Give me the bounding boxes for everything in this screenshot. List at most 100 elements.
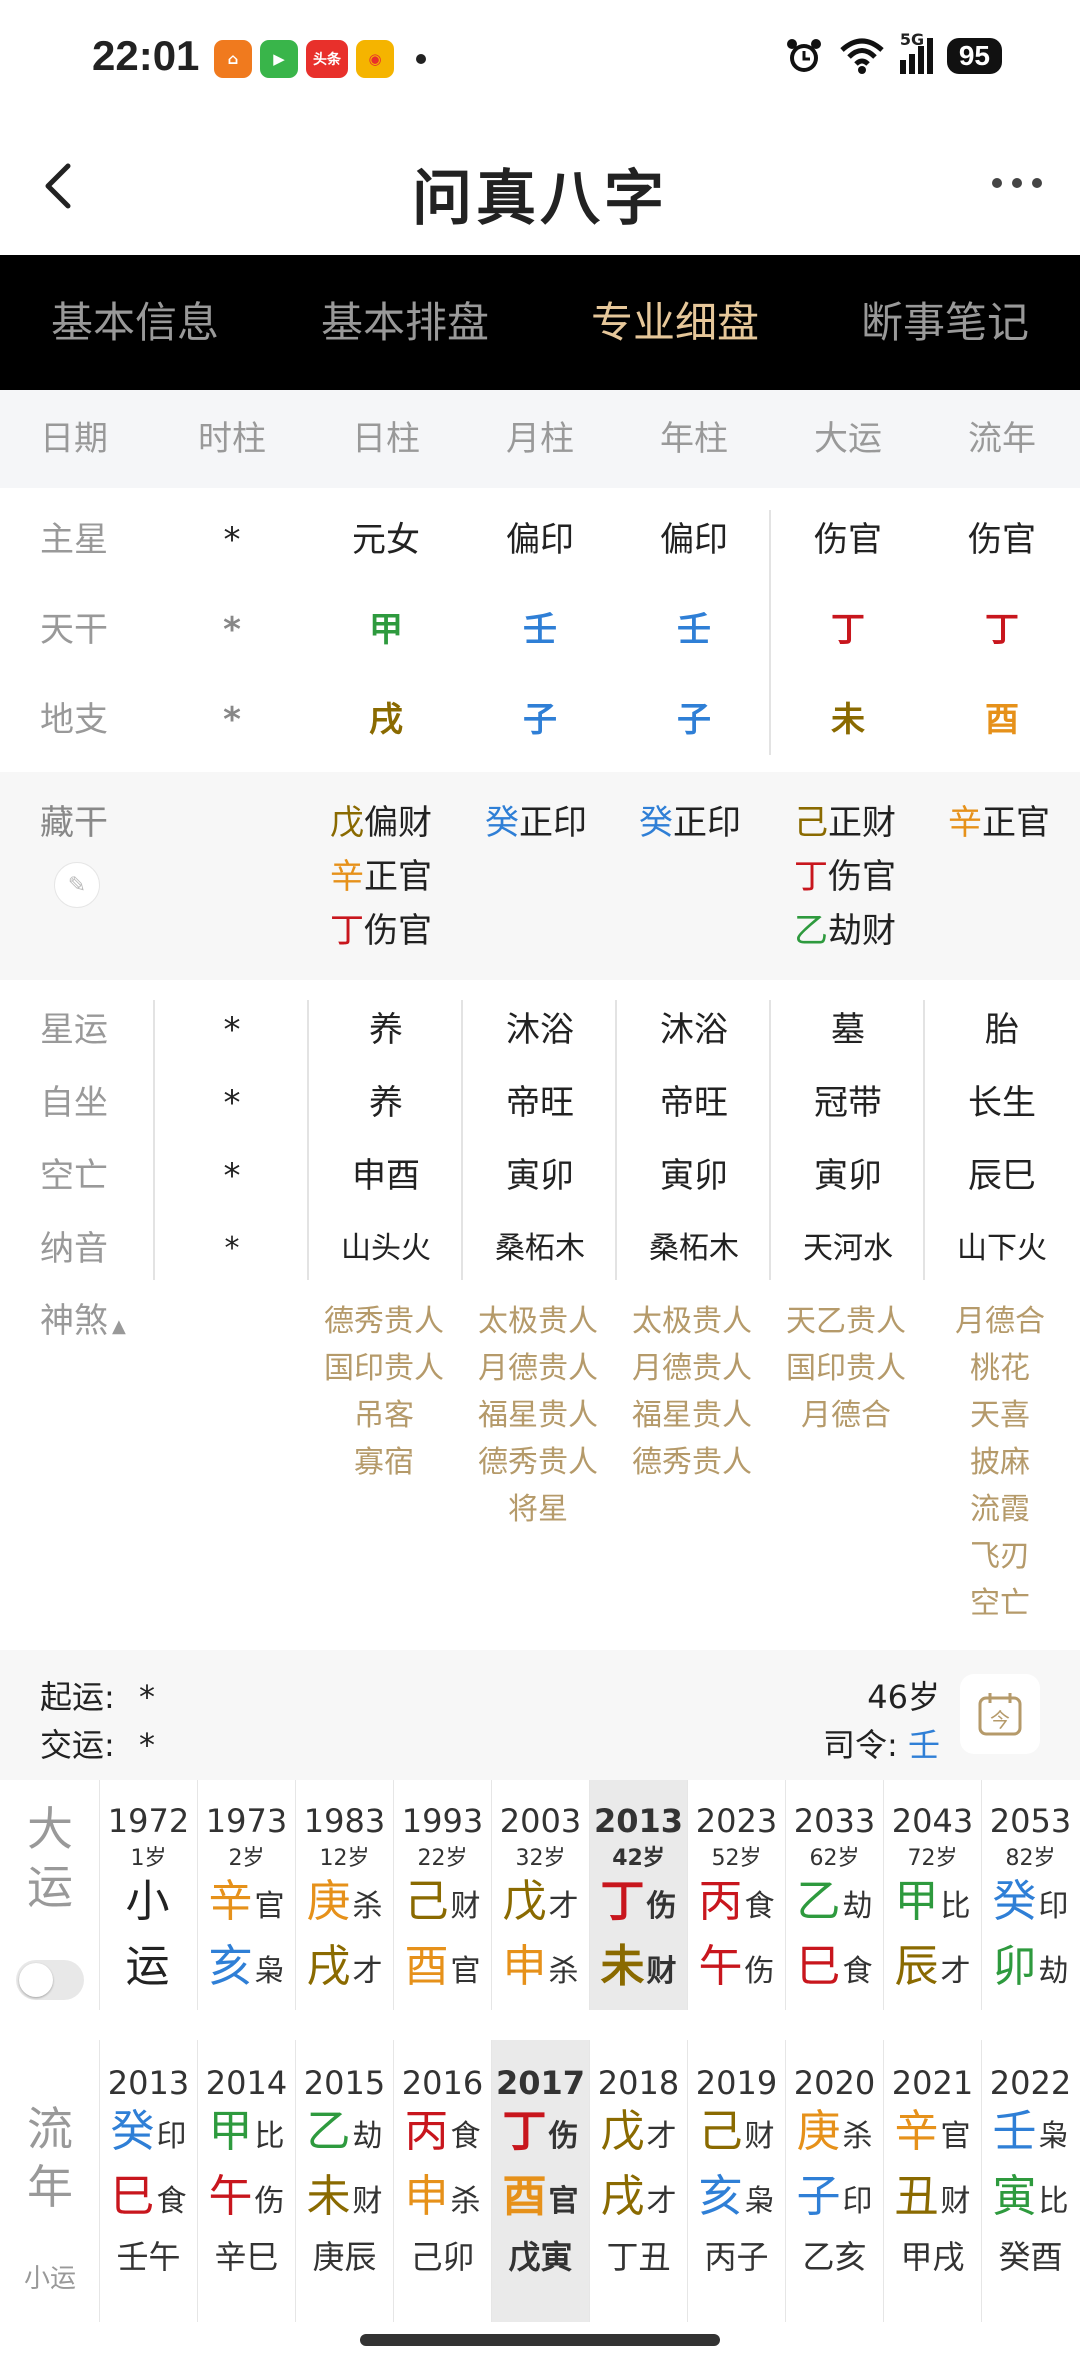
dayun-toggle[interactable] — [16, 1960, 84, 2000]
header-date: 日期 — [40, 419, 108, 459]
age-label: 72岁 — [907, 1846, 958, 1871]
liunian-column[interactable]: 2020 庚杀 子印 乙亥 — [786, 2040, 883, 2322]
age-label: 82岁 — [1005, 1846, 1056, 1871]
stem-row: 庚杀 — [796, 2106, 873, 2157]
system-icons: 5G 95 — [784, 30, 1002, 76]
liunian-column[interactable]: 2022 壬枭 寅比 癸酉 — [982, 2040, 1079, 2322]
column-headers: 日期 时柱 日柱 月柱 年柱 大运 流年 — [0, 390, 1080, 488]
column-divider — [99, 1780, 100, 2010]
kongwang-row: 空亡 * 申酉 寅卯 寅卯 寅卯 辰巳 — [0, 1146, 1080, 1206]
row-label: 自坐 — [40, 1083, 108, 1123]
branch-row: 未财 — [306, 2171, 383, 2222]
dayun-column[interactable]: 1993 22岁 己财 酉官 — [394, 1780, 491, 2010]
stem-row: 丙食 — [404, 2106, 481, 2157]
branch-cell: 未 — [831, 700, 865, 740]
age-label: 2岁 — [228, 1846, 265, 1871]
row-label: 藏干 — [40, 803, 108, 843]
branch-row: 酉官 — [404, 1941, 481, 1992]
zizuo-cell: 冠带 — [814, 1083, 882, 1123]
column-divider — [981, 2040, 982, 2322]
nayin-cell: 山下火 — [957, 1231, 1047, 1266]
wifi-icon — [840, 38, 884, 74]
row-label: 地支 — [40, 700, 108, 740]
column-divider — [785, 2040, 786, 2322]
column-divider — [393, 2040, 394, 2322]
start-luck-section: 起运: * 交运: * 46岁 司令: 壬 今 — [0, 1650, 1080, 1780]
zizuo-cell: 帝旺 — [506, 1083, 574, 1123]
hidden-stems-liunian: 辛正官 — [948, 803, 1050, 843]
pin-icon[interactable]: ✎ — [54, 862, 100, 908]
stem-row: 己财 — [698, 2106, 775, 2157]
branch-row: 巳食 — [110, 2171, 187, 2222]
column-divider — [393, 1780, 394, 2010]
stem-cell: * — [223, 610, 241, 650]
zizuo-cell: 帝旺 — [660, 1083, 728, 1123]
zizuo-cell: 长生 — [968, 1083, 1036, 1123]
dayun-column[interactable]: 2043 72岁 甲比 辰才 — [884, 1780, 981, 2010]
liunian-column[interactable]: 2014 甲比 午伤 辛巳 — [198, 2040, 295, 2322]
dayun-column[interactable]: 2033 62岁 乙劫 巳食 — [786, 1780, 883, 2010]
weibo-icon: ◉ — [356, 40, 394, 78]
more-notifications-dot — [416, 54, 426, 64]
hidden-stems-section: 藏干 ✎ 戊偏财 辛正官 丁伤官 癸正印 癸正印 己正财 丁伤官 乙劫财 辛正官 — [0, 772, 1080, 980]
dayun-column[interactable]: 1972 1岁小运 — [100, 1780, 197, 2010]
column-divider — [883, 1780, 884, 2010]
dayun-column[interactable]: 2013 42岁 丁伤 未财 — [590, 1780, 687, 2010]
xingyun-row: 星运 * 养 沐浴 沐浴 墓 胎 — [0, 1000, 1080, 1060]
dayun-column[interactable]: 2003 32岁 戊才 申杀 — [492, 1780, 589, 2010]
dayun-column[interactable]: 1983 12岁 庚杀 戌才 — [296, 1780, 393, 2010]
dayun-column[interactable]: 2023 52岁 丙食 午伤 — [688, 1780, 785, 2010]
nayin-row: 纳音 * 山头火 桑柘木 桑柘木 天河水 山下火 — [0, 1219, 1080, 1279]
tab-professional-chart[interactable]: 专业细盘 — [540, 255, 810, 390]
shensha-dayun: 天乙贵人 国印贵人 月德合 — [786, 1304, 906, 1433]
column-divider — [589, 1780, 590, 2010]
kongwang-cell: 寅卯 — [814, 1156, 882, 1196]
liunian-column[interactable]: 2015 乙劫 未财 庚辰 — [296, 2040, 393, 2322]
liunian-label: 流年 — [27, 2102, 73, 2214]
age-label: 62岁 — [809, 1846, 860, 1871]
tab-notes[interactable]: 断事笔记 — [810, 255, 1080, 390]
year-label: 1973 — [205, 1802, 288, 1840]
qiyun-line: 起运: * — [40, 1678, 155, 1716]
year-label: 2018 — [597, 2064, 680, 2102]
xiaoyun-label: 丙子 — [704, 2238, 769, 2276]
xingyun-cell: 胎 — [985, 1010, 1019, 1050]
shensha-label-group[interactable]: 神煞 ▲ — [40, 1298, 126, 1350]
liunian-column[interactable]: 2018 戊才 戌才 丁丑 — [590, 2040, 687, 2322]
nayin-cell: 山头火 — [341, 1231, 431, 1266]
dayun-label: 大运 — [27, 1802, 73, 1914]
signal-icon: 5G — [899, 30, 933, 74]
header-year-pillar: 年柱 — [660, 419, 728, 459]
header-day-pillar: 日柱 — [352, 419, 420, 459]
zizuo-cell: * — [223, 1083, 241, 1123]
liunian-column[interactable]: 2019 己财 亥枭 丙子 — [688, 2040, 785, 2322]
header-liunian: 流年 — [968, 419, 1036, 459]
liunian-column[interactable]: 2016 丙食 申杀 己卯 — [394, 2040, 491, 2322]
liunian-column[interactable]: 2013 癸印 巳食 壬午 — [100, 2040, 197, 2322]
stem-row: 癸印 — [110, 2106, 187, 2157]
branch-row: 辰才 — [894, 1941, 971, 1992]
collapse-arrow-icon[interactable]: ▲ — [112, 1316, 126, 1337]
today-calendar-button[interactable]: 今 — [960, 1674, 1040, 1754]
column-divider — [981, 1780, 982, 2010]
column-divider — [785, 1780, 786, 2010]
branch-row: 戌才 — [600, 2171, 677, 2222]
main-star-cell: * — [223, 520, 241, 560]
liunian-column[interactable]: 2021 辛官 丑财 甲戌 — [884, 2040, 981, 2322]
row-label: 星运 — [40, 1010, 108, 1050]
dayun-column[interactable]: 2053 82岁 癸印 卯劫 — [982, 1780, 1079, 2010]
home-indicator[interactable] — [360, 2334, 720, 2346]
dayun-column[interactable]: 1973 2岁 辛官 亥枭 — [198, 1780, 295, 2010]
column-divider — [197, 1780, 198, 2010]
tab-basic-chart[interactable]: 基本排盘 — [270, 255, 540, 390]
column-divider — [295, 1780, 296, 2010]
branch-cell: 酉 — [985, 700, 1019, 740]
stem-row: 小 — [125, 1876, 170, 1927]
liunian-column[interactable]: 2017 丁伤 酉官 戊寅 — [492, 2040, 589, 2322]
tab-basic-info[interactable]: 基本信息 — [0, 255, 270, 390]
more-options-icon[interactable] — [992, 178, 1042, 188]
branch-row: 戌才 — [306, 1941, 383, 1992]
toutiao-icon: 头条 — [306, 40, 348, 78]
year-label: 1983 — [303, 1802, 386, 1840]
stem-cell: 壬 — [523, 610, 557, 650]
